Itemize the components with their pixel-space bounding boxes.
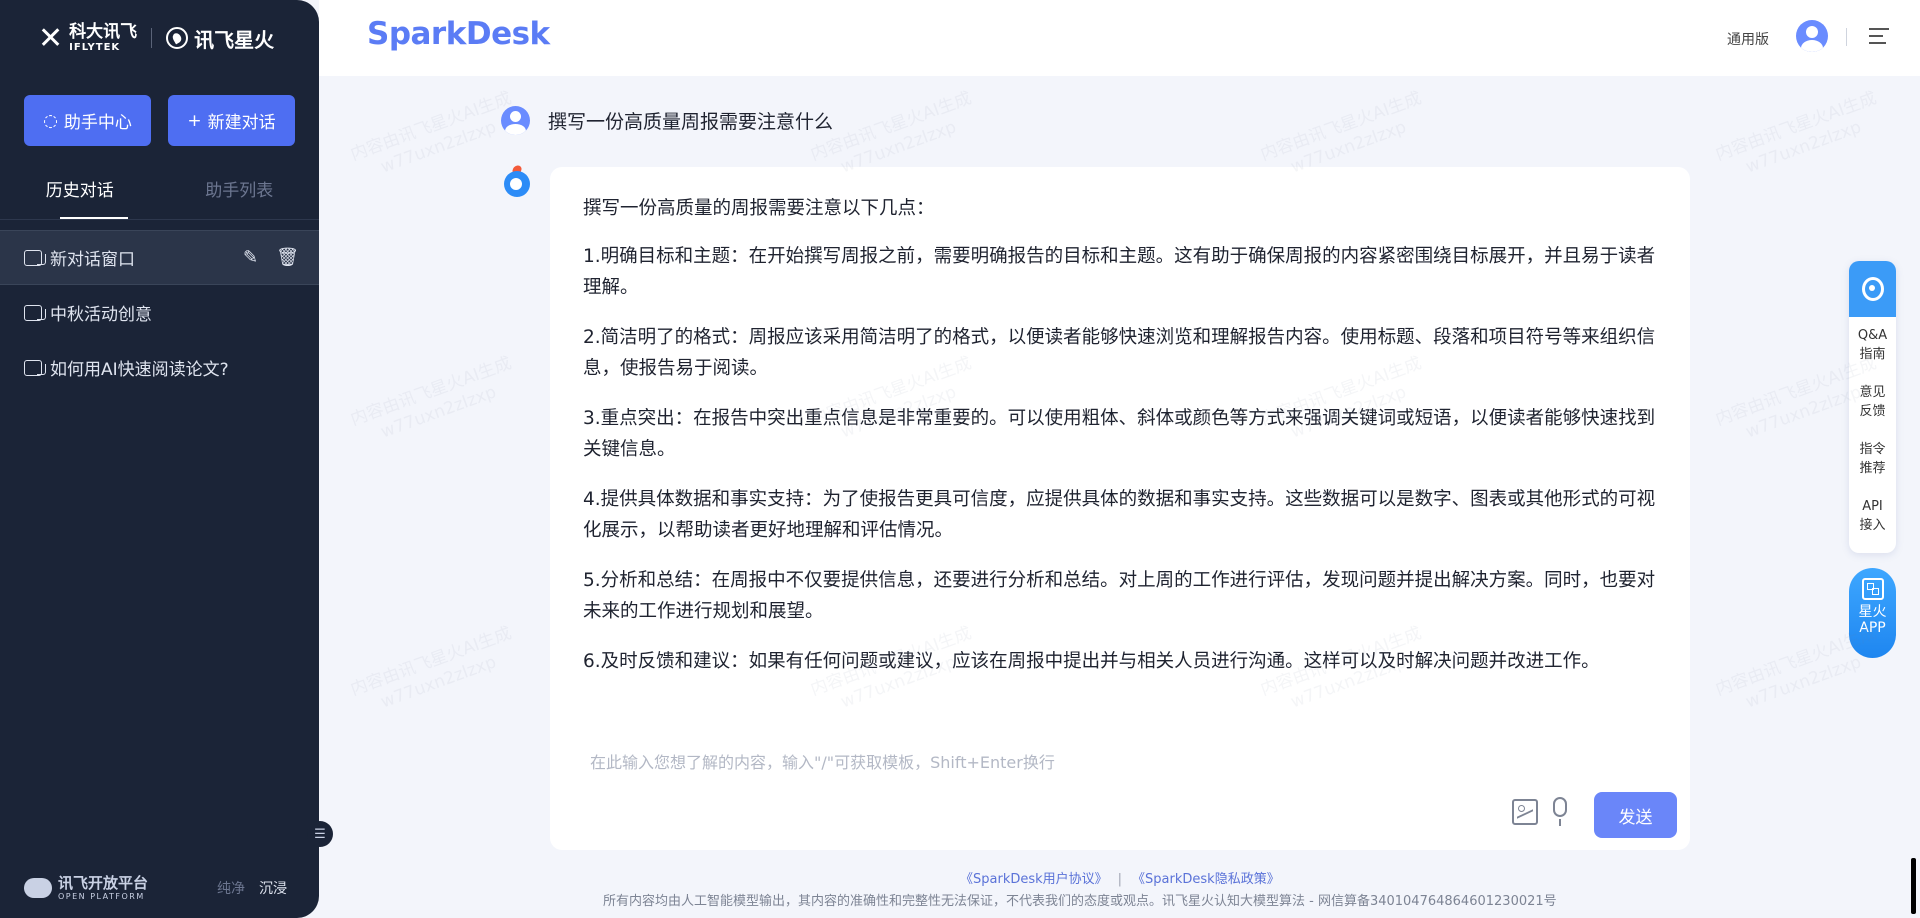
app-button-line1: 星火 bbox=[1858, 604, 1887, 620]
cloud-icon bbox=[24, 878, 52, 898]
answer-paragraph: 撰写一份高质量的周报需要注意以下几点： bbox=[583, 198, 935, 219]
new-chat-button[interactable]: + 新建对话 bbox=[168, 95, 295, 146]
conversation-item[interactable]: 新对话窗口 ✎ 🗑 bbox=[0, 230, 319, 285]
feedback-button[interactable]: 意见 反馈 bbox=[1849, 374, 1896, 431]
scrollbar[interactable] bbox=[1911, 858, 1916, 914]
new-chat-label: 新建对话 bbox=[207, 113, 276, 133]
spark-bot-icon bbox=[501, 163, 531, 199]
conversation-item[interactable]: 如何用AI快速阅读论文? bbox=[0, 340, 319, 395]
iflytek-mark-icon: ✕ bbox=[38, 20, 63, 56]
float-panel: Q&A 指南 意见 反馈 指令 推荐 API 接入 bbox=[1849, 261, 1896, 553]
answer-paragraph: 6.及时反馈和建议：如果有任何问题或建议，应该在周报中提出并与相关人员进行沟通。… bbox=[583, 651, 1600, 672]
logo-divider bbox=[151, 28, 153, 48]
answer-paragraph: 4.提供具体数据和事实支持：为了使报告更具可信度，应提供具体的数据和事实支持。这… bbox=[583, 489, 1656, 541]
iflytek-logo-cn: 科大讯飞 bbox=[69, 21, 138, 42]
user-avatar-icon[interactable] bbox=[1796, 20, 1828, 52]
chat-bubble-icon bbox=[24, 359, 46, 376]
mode-plain[interactable]: 纯净 bbox=[217, 878, 245, 898]
answer-card: 撰写一份高质量的周报需要注意以下几点： 1.明确目标和主题：在开始撰写周报之前，… bbox=[550, 167, 1690, 850]
chat-bubble-icon bbox=[24, 249, 46, 266]
image-upload-icon[interactable] bbox=[1512, 799, 1538, 825]
edition-label[interactable]: 通用版 bbox=[1727, 29, 1769, 49]
menu-icon[interactable] bbox=[1869, 28, 1889, 44]
open-platform-logo[interactable]: 讯飞开放平台 OPEN PLATFORM bbox=[24, 873, 149, 901]
user-message-text: 撰写一份高质量周报需要注意什么 bbox=[548, 111, 834, 133]
mode-immersive[interactable]: 沉浸 bbox=[259, 878, 287, 898]
user-message: 撰写一份高质量周报需要注意什么 bbox=[501, 106, 833, 135]
qa-guide-line2: 指南 bbox=[1859, 347, 1886, 362]
answer-paragraph: 1.明确目标和主题：在开始撰写周报之前，需要明确报告的目标和主题。这有助于确保周… bbox=[583, 246, 1656, 298]
watermark: 内容由讯飞星火AI生成w77uxn2zlzxp bbox=[1712, 88, 1880, 178]
iflytek-logo-en: IFLYTEK bbox=[69, 41, 121, 53]
prompt-recommend-button[interactable]: 指令 推荐 bbox=[1849, 431, 1896, 488]
qa-guide-button[interactable]: Q&A 指南 bbox=[1849, 317, 1896, 374]
chat-bubble-icon bbox=[24, 304, 46, 321]
send-button[interactable]: 发送 bbox=[1594, 792, 1677, 838]
assistant-center-label: 助手中心 bbox=[63, 113, 132, 133]
privacy-policy-link[interactable]: 《SparkDesk隐私政策》 bbox=[1132, 872, 1280, 887]
collapse-sidebar-icon[interactable]: ☰ bbox=[307, 821, 333, 847]
user-agreement-link[interactable]: 《SparkDesk用户协议》 bbox=[960, 872, 1108, 887]
open-platform-cn: 讯飞开放平台 bbox=[58, 873, 149, 892]
api-access-button[interactable]: API 接入 bbox=[1849, 488, 1896, 545]
spark-logo-cn: 讯飞星火 bbox=[194, 27, 275, 52]
conversation-label: 中秋活动创意 bbox=[50, 305, 152, 325]
top-bar: SparkDesk 通用版 bbox=[319, 0, 1920, 76]
microphone-icon[interactable] bbox=[1553, 797, 1567, 826]
prompt-recommend-line2: 推荐 bbox=[1859, 461, 1886, 476]
spark-float-icon[interactable] bbox=[1849, 261, 1896, 317]
qa-guide-line1: Q&A bbox=[1857, 328, 1888, 343]
app-title: SparkDesk bbox=[367, 16, 550, 52]
answer-paragraph: 3.重点突出：在报告中突出重点信息是非常重要的。可以使用粗体、斜体或颜色等方式来… bbox=[583, 408, 1656, 460]
assistant-center-button[interactable]: ◌ 助手中心 bbox=[24, 95, 151, 146]
footer-links: 《SparkDesk用户协议》 | 《SparkDesk隐私政策》 bbox=[960, 868, 1280, 887]
sidebar-tabs: 历史对话 助手列表 bbox=[0, 157, 319, 220]
spark-app-button[interactable]: 星火 APP bbox=[1849, 568, 1896, 658]
user-avatar-icon bbox=[501, 106, 530, 135]
brand-logos: ✕ 科大讯飞 IFLYTEK 讯飞星火 bbox=[0, 0, 319, 76]
spark-logo: 讯飞星火 bbox=[166, 24, 274, 53]
header-divider bbox=[1846, 28, 1847, 46]
feedback-line2: 反馈 bbox=[1859, 404, 1886, 419]
feedback-line1: 意见 bbox=[1859, 385, 1886, 400]
watermark: 内容由讯飞星火AI生成w77uxn2zlzxp bbox=[347, 88, 515, 178]
drop-icon: ◌ bbox=[43, 110, 58, 131]
edit-icon[interactable]: ✎ bbox=[243, 247, 258, 268]
plus-icon: + bbox=[187, 110, 202, 131]
disclaimer-text: 所有内容均由人工智能模型输出，其内容的准确性和完整性无法保证，不代表我们的态度或… bbox=[603, 894, 1557, 909]
qr-code-icon bbox=[1861, 578, 1884, 600]
sidebar: ✕ 科大讯飞 IFLYTEK 讯飞星火 ◌ 助手中心 + 新建对话 历史对话 助… bbox=[0, 0, 319, 918]
conversation-label: 新对话窗口 bbox=[50, 250, 135, 270]
display-mode-switch: 纯净 沉浸 bbox=[217, 878, 287, 898]
conversation-item[interactable]: 中秋活动创意 bbox=[0, 285, 319, 340]
answer-paragraph: 5.分析和总结：在周报中不仅要提供信息，还要进行分析和总结。对上周的工作进行评估… bbox=[583, 570, 1656, 622]
answer-paragraph: 2.简洁明了的格式：周报应该采用简洁明了的格式，以便读者能够快速浏览和理解报告内… bbox=[583, 327, 1656, 379]
conversation-label: 如何用AI快速阅读论文? bbox=[50, 360, 229, 380]
watermark: 内容由讯飞星火AI生成w77uxn2zlzxp bbox=[347, 623, 515, 713]
footer-separator: | bbox=[1117, 872, 1123, 887]
chat-input[interactable]: 在此输入您想了解的内容，输入"/"可获取模板，Shift+Enter换行 bbox=[590, 749, 1055, 773]
app-button-line2: APP bbox=[1859, 620, 1886, 636]
api-access-line1: API bbox=[1862, 499, 1883, 514]
watermark: 内容由讯飞星火AI生成w77uxn2zlzxp bbox=[347, 353, 515, 443]
trash-icon[interactable]: 🗑 bbox=[276, 247, 299, 268]
prompt-recommend-line1: 指令 bbox=[1859, 442, 1886, 457]
spark-flame-icon bbox=[166, 27, 189, 49]
api-access-line2: 接入 bbox=[1859, 518, 1886, 533]
iflytek-logo: ✕ 科大讯飞 IFLYTEK bbox=[38, 21, 137, 56]
tab-assistant-list[interactable]: 助手列表 bbox=[160, 157, 320, 219]
tab-history[interactable]: 历史对话 bbox=[0, 157, 160, 219]
open-platform-en: OPEN PLATFORM bbox=[58, 891, 145, 901]
sidebar-footer: 讯飞开放平台 OPEN PLATFORM 纯净 沉浸 bbox=[0, 858, 319, 918]
